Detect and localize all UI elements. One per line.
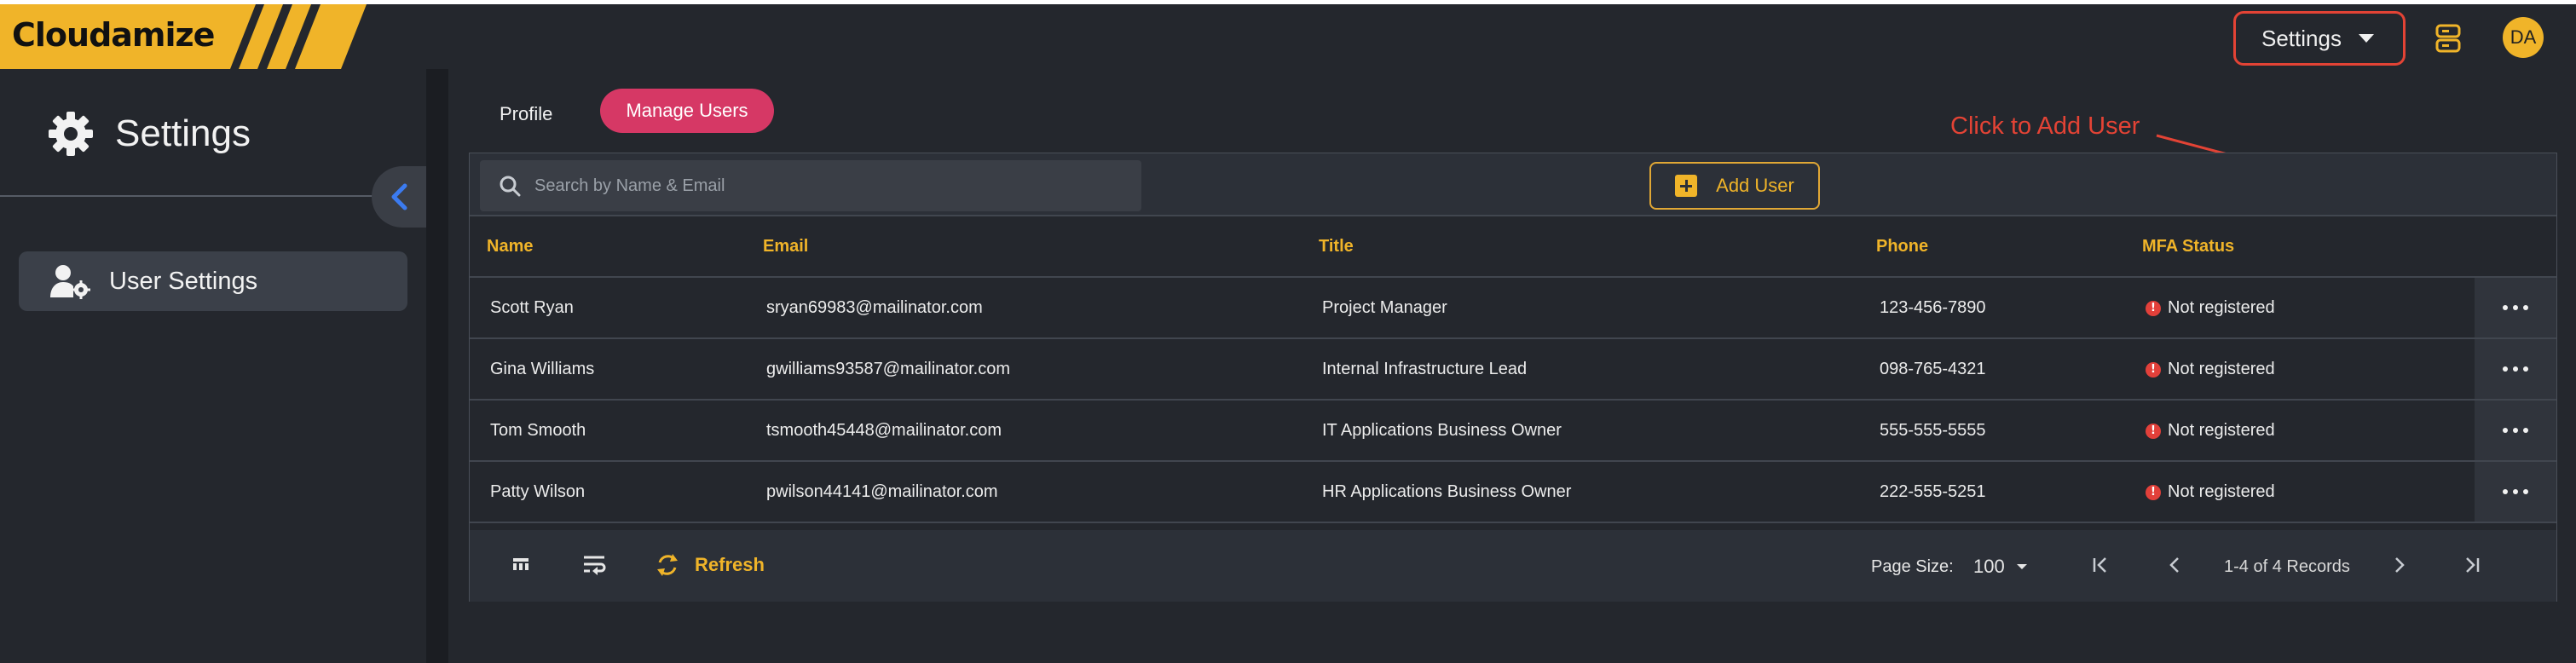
cell-name: Tom Smooth: [490, 421, 586, 440]
table-row[interactable]: Patty Wilson pwilson44141@mailinator.com…: [470, 462, 2556, 523]
page-size-value: 100: [1973, 556, 2005, 577]
sidebar-title: Settings: [115, 112, 251, 154]
page-size-select[interactable]: 100: [1973, 556, 2027, 578]
row-actions-button[interactable]: [2475, 278, 2556, 337]
top-bar: Cloudamize Settings DA: [0, 4, 2576, 69]
cell-phone: 098-765-4321: [1880, 360, 1986, 378]
grid-toolbar: Add User: [470, 153, 2556, 216]
collapse-sidebar-button[interactable]: [372, 166, 426, 228]
row-actions-button[interactable]: [2475, 462, 2556, 522]
search-input[interactable]: [534, 176, 1131, 196]
column-header-phone[interactable]: Phone: [1876, 237, 1928, 257]
cell-name: Scott Ryan: [490, 298, 574, 317]
row-actions-button[interactable]: [2475, 339, 2556, 399]
cell-phone: 555-555-5555: [1880, 421, 1986, 440]
column-header-name[interactable]: Name: [487, 237, 533, 257]
row-actions-button[interactable]: [2475, 401, 2556, 460]
cell-phone: 123-456-7890: [1880, 298, 1986, 317]
brand-logo[interactable]: Cloudamize: [0, 4, 367, 69]
caret-down-icon: [2358, 34, 2374, 43]
grid-footer: Refresh Page Size: 100 1-4 of 4 Records: [470, 530, 2556, 602]
warning-icon: !: [2146, 361, 2161, 378]
user-gear-icon: [50, 265, 90, 299]
settings-dropdown[interactable]: Settings: [2233, 11, 2406, 66]
gear-icon: [49, 112, 93, 156]
avatar[interactable]: DA: [2503, 17, 2544, 58]
first-page-icon[interactable]: [2089, 554, 2111, 576]
mfa-status-text: Not registered: [2168, 298, 2275, 317]
brand-name: Cloudamize: [12, 16, 215, 54]
sidebar-header: Settings: [47, 110, 251, 158]
mfa-status-text: Not registered: [2168, 421, 2275, 440]
column-header-mfa-status[interactable]: MFA Status: [2142, 237, 2234, 257]
refresh-button[interactable]: Refresh: [656, 552, 765, 578]
cell-mfa-status: ! Not registered: [2146, 421, 2275, 441]
sidebar-item-label: User Settings: [109, 267, 258, 295]
search-icon: [500, 176, 521, 197]
users-grid: Add User Name Email Title Phone MFA Stat…: [469, 153, 2557, 602]
cell-email: pwilson44141@mailinator.com: [766, 482, 998, 501]
mfa-status-text: Not registered: [2168, 360, 2275, 378]
cell-mfa-status: ! Not registered: [2146, 360, 2275, 379]
cell-name: Patty Wilson: [490, 482, 586, 501]
cell-title: Internal Infrastructure Lead: [1322, 360, 1528, 378]
cell-title: Project Manager: [1322, 298, 1447, 317]
cell-phone: 222-555-5251: [1880, 482, 1986, 501]
warning-icon: !: [2146, 300, 2161, 316]
add-user-button[interactable]: Add User: [1649, 162, 1820, 210]
app-window: Cloudamize Settings DA Settings User Set…: [0, 4, 2576, 663]
columns-icon[interactable]: [511, 554, 531, 574]
last-page-icon[interactable]: [2461, 554, 2483, 576]
warning-icon: !: [2146, 484, 2161, 500]
sidebar: Settings User Settings: [0, 69, 426, 663]
mfa-status-text: Not registered: [2168, 482, 2275, 501]
main-panel: Profile Manage Users Click to Add User A…: [448, 69, 2576, 663]
next-page-icon[interactable]: [2388, 554, 2410, 576]
wrap-text-icon[interactable]: [582, 554, 608, 576]
cell-email: sryan69983@mailinator.com: [766, 298, 983, 317]
tab-profile[interactable]: Profile: [500, 93, 552, 135]
refresh-label: Refresh: [695, 554, 765, 575]
cell-email: gwilliams93587@mailinator.com: [766, 360, 1010, 378]
table-header-row: Name Email Title Phone MFA Status: [470, 216, 2556, 278]
refresh-icon: [657, 554, 678, 576]
annotation-text: Click to Add User: [1950, 112, 2140, 140]
table-row[interactable]: Gina Williams gwilliams93587@mailinator.…: [470, 339, 2556, 401]
warning-icon: !: [2146, 423, 2161, 439]
caret-down-icon: [2016, 564, 2027, 569]
records-count: 1-4 of 4 Records: [2224, 557, 2350, 576]
sidebar-item-user-settings[interactable]: User Settings: [19, 251, 407, 311]
cell-title: IT Applications Business Owner: [1322, 421, 1562, 440]
settings-dropdown-label: Settings: [2261, 25, 2342, 51]
tab-manage-users[interactable]: Manage Users: [600, 89, 774, 133]
cell-mfa-status: ! Not registered: [2146, 298, 2275, 318]
sidebar-divider: [0, 195, 375, 197]
cell-mfa-status: ! Not registered: [2146, 482, 2275, 502]
cell-name: Gina Williams: [490, 360, 595, 378]
table-row[interactable]: Tom Smooth tsmooth45448@mailinator.com I…: [470, 401, 2556, 462]
previous-page-icon[interactable]: [2164, 554, 2186, 576]
add-user-label: Add User: [1716, 175, 1794, 196]
cell-title: HR Applications Business Owner: [1322, 482, 1572, 501]
add-box-icon: [1675, 175, 1698, 197]
column-header-title[interactable]: Title: [1319, 237, 1354, 257]
search-box: [480, 160, 1141, 211]
page-size-label: Page Size:: [1871, 557, 1954, 576]
cell-email: tsmooth45448@mailinator.com: [766, 421, 1002, 440]
table-row[interactable]: Scott Ryan sryan69983@mailinator.com Pro…: [470, 278, 2556, 339]
column-header-email[interactable]: Email: [763, 237, 808, 257]
chevron-left-icon: [391, 183, 407, 210]
database-icon[interactable]: [2434, 23, 2462, 54]
